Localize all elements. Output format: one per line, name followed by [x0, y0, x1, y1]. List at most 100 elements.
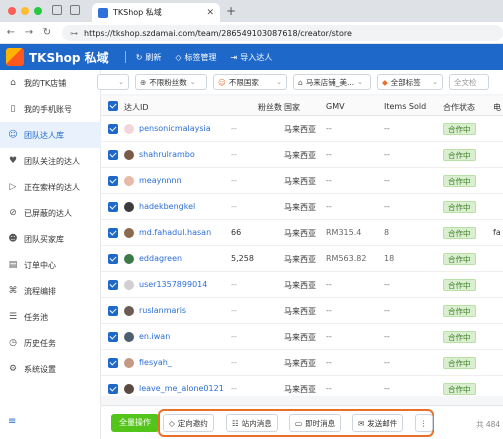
- column-header-items-sold[interactable]: Items Sold: [384, 102, 426, 111]
- row-checkbox[interactable]: [108, 332, 118, 342]
- address-bar: ← → ↻ ⊶ https://tkshop.szdamai.com/team/…: [0, 22, 503, 44]
- row-checkbox[interactable]: [108, 306, 118, 316]
- sidebar-item-sampling-creators[interactable]: ▷ 正在索样的达人: [0, 174, 101, 200]
- row-checkbox[interactable]: [108, 176, 118, 186]
- filter-tags[interactable]: ◆ 全部标签 ⌄: [377, 74, 443, 90]
- import-creators-button[interactable]: ⇥ 导入达人: [231, 52, 273, 63]
- bulk-operation-button[interactable]: 全量操作: [111, 414, 159, 432]
- filter-fans[interactable]: ⊕ 不限粉丝数 ⌄: [135, 74, 207, 90]
- select-all-checkbox[interactable]: [108, 101, 118, 111]
- items-sold-cell: --: [384, 202, 390, 211]
- table-row[interactable]: fiesyah_ -- 马来西亚 -- -- 合作中: [101, 350, 503, 376]
- sidebar-item-task-pool[interactable]: ☰ 任务池: [0, 304, 101, 330]
- country-icon: ☺: [218, 77, 226, 87]
- collapse-menu-icon[interactable]: ≡: [8, 416, 16, 427]
- creator-id-link[interactable]: fiesyah_: [139, 358, 172, 367]
- fulltext-search-input[interactable]: 全文检: [449, 74, 489, 90]
- sidebar-item-label: 我的手机账号: [24, 104, 72, 114]
- table-row[interactable]: ruslanmaris -- 马来西亚 -- -- 合作中: [101, 298, 503, 324]
- avatar: [124, 150, 134, 160]
- sidebar-item-team-creator-library[interactable]: ☺ 团队达人库: [0, 122, 101, 148]
- column-header-status[interactable]: 合作状态: [443, 102, 475, 113]
- row-checkbox[interactable]: [108, 150, 118, 160]
- row-checkbox[interactable]: [108, 384, 118, 394]
- forward-icon[interactable]: →: [20, 27, 38, 38]
- creator-id-link[interactable]: shahrulrambo: [139, 150, 195, 159]
- avatar: [124, 254, 134, 264]
- sidebar-item-label: 团队达人库: [24, 130, 64, 140]
- reload-icon[interactable]: ↻: [38, 27, 56, 38]
- table-row[interactable]: hadekbengkel -- 马来西亚 -- -- 合作中: [101, 194, 503, 220]
- items-sold-cell: --: [384, 384, 390, 393]
- filter-select-first[interactable]: ⌄: [97, 74, 129, 90]
- sidebar-item-my-phone-account[interactable]: ▯ 我的手机账号: [0, 96, 101, 122]
- browser-window: TKShop 私域 ✕ + ← → ↻ ⊶ https://tkshop.szd…: [0, 0, 503, 439]
- table-row[interactable]: leave_me_alone0121 -- 马来西亚 -- -- 合作中: [101, 376, 503, 396]
- creator-id-link[interactable]: leave_me_alone0121: [139, 384, 224, 393]
- brand-title: TKShop 私域: [29, 50, 109, 65]
- table-row[interactable]: en.iwan -- 马来西亚 -- -- 合作中: [101, 324, 503, 350]
- refresh-button[interactable]: ↻ 刷新: [136, 52, 162, 63]
- filter-country[interactable]: ☺ 不限国家 ⌄: [213, 74, 287, 90]
- more-actions-button[interactable]: ⋮: [415, 414, 433, 432]
- table-row[interactable]: md.fahadul.hasan 66 马来西亚 RM315.4 8 合作中 fa: [101, 220, 503, 246]
- sidebar-item-order-center[interactable]: ▤ 订单中心: [0, 252, 101, 278]
- sidebar-item-task-history[interactable]: ◷ 历史任务: [0, 330, 101, 356]
- column-header-gmv[interactable]: GMV: [326, 102, 345, 111]
- creator-id-link[interactable]: ruslanmaris: [139, 306, 186, 315]
- avatar: [124, 202, 134, 212]
- row-checkbox[interactable]: [108, 202, 118, 212]
- avatar: [124, 176, 134, 186]
- table-row[interactable]: meaynnnn -- 马来西亚 -- -- 合作中: [101, 168, 503, 194]
- tag-management-button[interactable]: ◇ 标签管理: [175, 52, 216, 63]
- chevron-down-icon: ⌄: [357, 78, 364, 86]
- column-header-extra[interactable]: 电: [493, 102, 501, 113]
- targeted-invite-button[interactable]: ◇ 定向邀约: [163, 414, 214, 432]
- tab-overview-icon[interactable]: [70, 5, 80, 15]
- sidebar-item-label: 系统设置: [24, 364, 56, 374]
- column-header-id[interactable]: 达人ID: [124, 102, 149, 113]
- table-row[interactable]: eddagreen 5,258 马来西亚 RM563.82 18 合作中: [101, 246, 503, 272]
- sidebar-item-workflow[interactable]: ⌘ 流程编排: [0, 278, 101, 304]
- table-row[interactable]: shahrulrambo -- 马来西亚 -- -- 合作中: [101, 142, 503, 168]
- row-checkbox[interactable]: [108, 358, 118, 368]
- instant-message-button[interactable]: ▭ 即时消息: [289, 414, 342, 432]
- site-info-icon[interactable]: ⊶: [70, 29, 78, 38]
- filter-shop[interactable]: ⌂ 马来店铺_美... ⌄: [293, 74, 371, 90]
- row-checkbox[interactable]: [108, 280, 118, 290]
- creator-id-link[interactable]: eddagreen: [139, 254, 182, 263]
- close-window-icon[interactable]: [8, 7, 16, 15]
- row-checkbox[interactable]: [108, 254, 118, 264]
- table-header: 达人ID 粉丝数 国家 GMV Items Sold 合作状态 电: [101, 96, 503, 116]
- url-field[interactable]: ⊶ https://tkshop.szdamai.com/team/286549…: [62, 25, 503, 41]
- site-message-button[interactable]: ☷ 站内消息: [226, 414, 278, 432]
- close-tab-icon[interactable]: ✕: [206, 8, 214, 18]
- column-header-country[interactable]: 国家: [284, 102, 300, 113]
- creator-id-link[interactable]: user1357899014: [139, 280, 207, 289]
- sidebar-item-my-tk-store[interactable]: ⌂ 我的TK店铺: [0, 70, 101, 96]
- back-icon[interactable]: ←: [2, 27, 20, 38]
- sidebar-item-team-buyer-library[interactable]: ☻ 团队买家库: [0, 226, 101, 252]
- creator-id-link[interactable]: pensonicmalaysia: [139, 124, 211, 133]
- creator-id-link[interactable]: md.fahadul.hasan: [139, 228, 211, 237]
- sidebar-toggle-icon[interactable]: [52, 5, 62, 15]
- creator-id-link[interactable]: en.iwan: [139, 332, 170, 341]
- sidebar-item-team-followed-creators[interactable]: ♥ 团队关注的达人: [0, 148, 101, 174]
- creator-id-link[interactable]: meaynnnn: [139, 176, 182, 185]
- refresh-icon: ↻: [135, 52, 143, 62]
- column-header-fans[interactable]: 粉丝数: [258, 102, 282, 113]
- row-checkbox[interactable]: [108, 124, 118, 134]
- table-row[interactable]: user1357899014 -- 马来西亚 -- -- 合作中: [101, 272, 503, 298]
- maximize-window-icon[interactable]: [34, 7, 42, 15]
- sidebar-item-system-settings[interactable]: ⚙ 系统设置: [0, 356, 101, 382]
- minimize-window-icon[interactable]: [21, 7, 29, 15]
- country-cell: 马来西亚: [284, 203, 316, 212]
- import-creators-label: 导入达人: [240, 52, 273, 62]
- sidebar-item-blocked-creators[interactable]: ⊘ 已屏蔽的达人: [0, 200, 101, 226]
- table-row[interactable]: pensonicmalaysia -- 马来西亚 -- -- 合作中: [101, 116, 503, 142]
- browser-tab[interactable]: TKShop 私域 ✕: [92, 3, 220, 22]
- new-tab-icon[interactable]: +: [226, 4, 236, 18]
- send-email-button[interactable]: ✉ 发送邮件: [352, 414, 404, 432]
- row-checkbox[interactable]: [108, 228, 118, 238]
- creator-id-link[interactable]: hadekbengkel: [139, 202, 195, 211]
